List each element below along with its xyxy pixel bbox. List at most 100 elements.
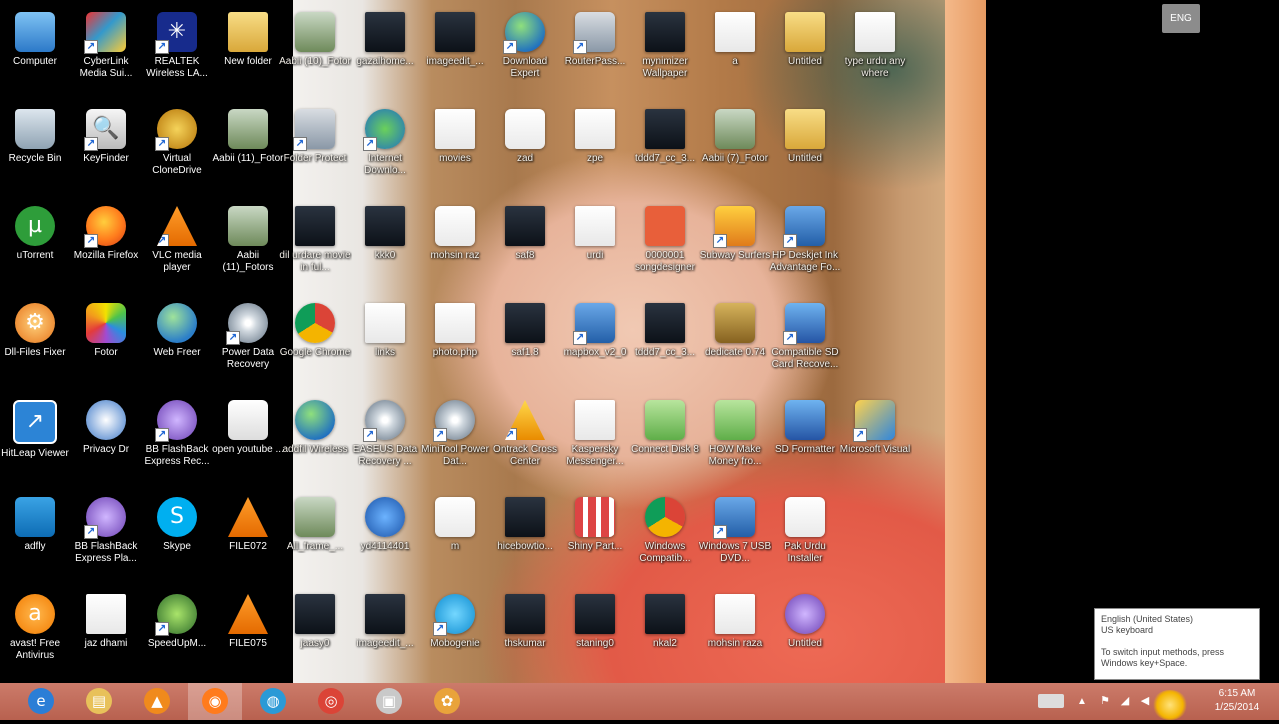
desktop-icon[interactable]: photo.php bbox=[418, 297, 492, 393]
desktop-icon[interactable]: ↗ Microsoft Visual bbox=[838, 394, 912, 490]
desktop-icon[interactable]: Aabii (11)_Fotor bbox=[211, 103, 285, 199]
desktop-icon[interactable]: Aabii (7)_Fotor bbox=[698, 103, 772, 199]
desktop-icon[interactable]: thskumar bbox=[488, 588, 562, 684]
desktop-icon[interactable]: S Skype bbox=[140, 491, 214, 587]
desktop-icon[interactable]: ↗ Windows 7 USB DVD... bbox=[698, 491, 772, 587]
desktop-icon[interactable]: type urdu any where bbox=[838, 6, 912, 102]
desktop-icon[interactable]: ↗ MiniTool Power Dat... bbox=[418, 394, 492, 490]
desktop-icon[interactable]: µ uTorrent bbox=[0, 200, 72, 296]
desktop-icon[interactable]: zpe bbox=[558, 103, 632, 199]
desktop-icon[interactable]: FILE072 bbox=[211, 491, 285, 587]
desktop-icon[interactable]: Recycle Bin bbox=[0, 103, 72, 199]
desktop-icon[interactable]: open youtube ... bbox=[211, 394, 285, 490]
desktop-icon[interactable]: Aabii (11)_Fotors bbox=[211, 200, 285, 296]
desktop-icon[interactable]: Windows Compatib... bbox=[628, 491, 702, 587]
desktop-icon[interactable]: Kaspersky Messenger... bbox=[558, 394, 632, 490]
desktop-icon[interactable]: ↗ Internet Downlo... bbox=[348, 103, 422, 199]
desktop-icon[interactable]: HOW Make Money fro... bbox=[698, 394, 772, 490]
desktop-icon[interactable]: ⚙ Dll-Files Fixer bbox=[0, 297, 72, 393]
desktop-icon[interactable]: Privacy Dr bbox=[69, 394, 143, 490]
desktop-icon[interactable]: ↗ Compatible SD Card Recove... bbox=[768, 297, 842, 393]
desktop-icon[interactable]: tddd7_cc_3... bbox=[628, 103, 702, 199]
desktop-icon[interactable]: ↗ Power Data Recovery bbox=[211, 297, 285, 393]
desktop-icon[interactable]: movies bbox=[418, 103, 492, 199]
desktop-icon[interactable]: a avast! Free Antivirus bbox=[0, 588, 72, 684]
taskbar-app-button[interactable]: ▣ bbox=[362, 683, 416, 720]
desktop-icon[interactable]: ↗ HitLeap Viewer bbox=[0, 394, 72, 490]
desktop-icon[interactable]: dedicate 0.74 bbox=[698, 297, 772, 393]
desktop-icon[interactable]: Pak Urdu Installer bbox=[768, 491, 842, 587]
desktop-icon[interactable]: yd4114401 bbox=[348, 491, 422, 587]
taskbar-app-button[interactable]: ▤ bbox=[72, 683, 126, 720]
desktop-icon[interactable]: ↗ Mozilla Firefox bbox=[69, 200, 143, 296]
input-language-button[interactable]: ENG bbox=[1162, 4, 1200, 33]
desktop-icon[interactable]: hicebowtio... bbox=[488, 491, 562, 587]
desktop-icon[interactable]: ✳ ↗ REALTEK Wireless LA... bbox=[140, 6, 214, 102]
desktop-icon[interactable]: zad bbox=[488, 103, 562, 199]
desktop-icon[interactable]: ↗ Virtual CloneDrive bbox=[140, 103, 214, 199]
desktop-icon[interactable]: ↗ BB FlashBack Express Rec... bbox=[140, 394, 214, 490]
desktop-icon[interactable]: ↗ EASEUS Data Recovery ... bbox=[348, 394, 422, 490]
desktop-icon[interactable]: ↗ SpeedUpM... bbox=[140, 588, 214, 684]
desktop-icon[interactable]: ↗ RouterPass... bbox=[558, 6, 632, 102]
desktop-icon[interactable]: mynimizer Wallpaper bbox=[628, 6, 702, 102]
desktop-icon[interactable]: dil urdare movie in ful... bbox=[278, 200, 352, 296]
desktop-icon[interactable]: mohsin raza bbox=[698, 588, 772, 684]
show-hidden-icons-button[interactable]: ▲ bbox=[1074, 683, 1090, 720]
taskbar-app-button[interactable]: ▲ bbox=[130, 683, 184, 720]
desktop-icon[interactable]: saf1.8 bbox=[488, 297, 562, 393]
network-icon[interactable]: ◢ bbox=[1118, 683, 1132, 720]
desktop-icon[interactable]: All_frame_... bbox=[278, 491, 352, 587]
desktop-icon[interactable]: imageedit_... bbox=[418, 6, 492, 102]
touch-keyboard-icon[interactable] bbox=[1036, 683, 1066, 720]
desktop-icon[interactable]: Untitled bbox=[768, 588, 842, 684]
desktop-icon[interactable]: imageedit_... bbox=[348, 588, 422, 684]
desktop-icon[interactable]: Aabii (10)_Fotor bbox=[278, 6, 352, 102]
desktop-icon[interactable]: 🔍 ↗ KeyFinder bbox=[69, 103, 143, 199]
desktop-icon[interactable]: Web Freer bbox=[140, 297, 214, 393]
desktop-icon[interactable]: Untitled bbox=[768, 103, 842, 199]
desktop-icon[interactable]: ↗ BB FlashBack Express Pla... bbox=[69, 491, 143, 587]
desktop-icon[interactable]: ↗ VLC media player bbox=[140, 200, 214, 296]
desktop-icon[interactable]: nkal2 bbox=[628, 588, 702, 684]
desktop-icon[interactable]: jaasy0 bbox=[278, 588, 352, 684]
desktop-icon[interactable]: saf8 bbox=[488, 200, 562, 296]
desktop-icon[interactable]: m bbox=[418, 491, 492, 587]
desktop-icon[interactable]: Google Chrome bbox=[278, 297, 352, 393]
desktop-icon[interactable]: ↗ CyberLink Media Sui... bbox=[69, 6, 143, 102]
action-center-flag-icon[interactable]: ⚑ bbox=[1098, 683, 1112, 720]
desktop-icon[interactable]: Connect Disk 8 bbox=[628, 394, 702, 490]
desktop-icon[interactable]: Untitled bbox=[768, 6, 842, 102]
desktop-icon[interactable]: Computer bbox=[0, 6, 72, 102]
taskbar-app-button[interactable]: ◎ bbox=[304, 683, 358, 720]
desktop-icon[interactable]: SD Formatter bbox=[768, 394, 842, 490]
desktop-icon[interactable]: gazalhome... bbox=[348, 6, 422, 102]
taskbar-app-button[interactable]: ◍ bbox=[246, 683, 300, 720]
desktop-icon[interactable]: ↗ Subway Surfers bbox=[698, 200, 772, 296]
desktop-icon[interactable]: Fotor bbox=[69, 297, 143, 393]
desktop-icon[interactable]: ↗ Folder Protect bbox=[278, 103, 352, 199]
desktop-icon[interactable]: addfil Wireless bbox=[278, 394, 352, 490]
taskbar-app-button[interactable]: ✿ bbox=[420, 683, 474, 720]
desktop-icon[interactable]: ↗ Mobogenie bbox=[418, 588, 492, 684]
desktop-icon[interactable]: links bbox=[348, 297, 422, 393]
desktop-icon[interactable]: Shiny Part... bbox=[558, 491, 632, 587]
desktop-icon[interactable]: ↗ mapbox_v2_0 bbox=[558, 297, 632, 393]
desktop-icon[interactable]: urdi bbox=[558, 200, 632, 296]
desktop-icon[interactable]: New folder bbox=[211, 6, 285, 102]
clock[interactable]: 6:15 AM 1/25/2014 bbox=[1198, 683, 1276, 720]
desktop-icon[interactable]: kkk0 bbox=[348, 200, 422, 296]
taskbar-app-button[interactable]: ◉ bbox=[188, 683, 242, 720]
desktop-icon[interactable]: jaz dhami bbox=[69, 588, 143, 684]
desktop-icon[interactable]: a bbox=[698, 6, 772, 102]
desktop-icon[interactable]: FILE075 bbox=[211, 588, 285, 684]
desktop-icon[interactable]: ↗ HP Deskjet Ink Advantage Fo... bbox=[768, 200, 842, 296]
volume-icon[interactable]: ◀ bbox=[1138, 683, 1152, 720]
desktop-icon[interactable]: tddd7_cc_3... bbox=[628, 297, 702, 393]
desktop-icon[interactable]: ↗ Ontrack Cross Center bbox=[488, 394, 562, 490]
desktop-icon[interactable]: mohsin raz bbox=[418, 200, 492, 296]
desktop-icon[interactable]: 0000001 songdesigner bbox=[628, 200, 702, 296]
desktop-icon[interactable]: adfly bbox=[0, 491, 72, 587]
desktop-icon[interactable]: ↗ Download Expert bbox=[488, 6, 562, 102]
desktop-icon[interactable]: staning0 bbox=[558, 588, 632, 684]
